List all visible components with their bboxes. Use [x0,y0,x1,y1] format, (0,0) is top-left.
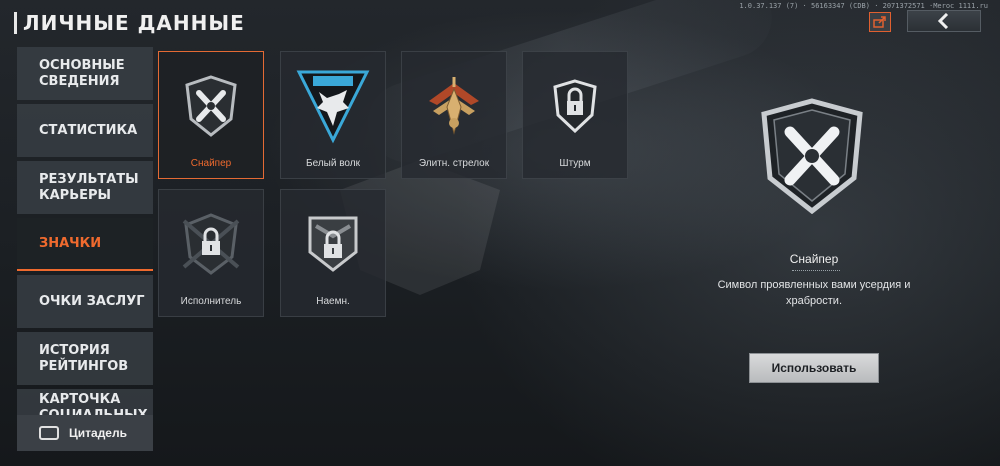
citadel-label: Цитадель [69,426,127,440]
badge-name: Штурм [559,158,591,169]
sidebar-item-basic-info[interactable]: ОСНОВНЫЕ СВЕДЕНИЯ [17,47,153,100]
white-wolf-icon [296,70,370,144]
badge-card-white-wolf[interactable]: Белый волк [280,51,386,179]
sidebar-item-statistics[interactable]: СТАТИСТИКА [17,104,153,157]
executor-locked-icon [182,213,240,275]
badge-name: Белый волк [306,158,360,169]
badge-name: Наемн. [316,296,350,307]
back-button[interactable] [907,10,981,32]
sidebar-item-rating-history[interactable]: ИСТОРИЯ РЕЙТИНГОВ [17,332,153,385]
share-icon [873,16,886,28]
mercenary-locked-icon [308,216,358,272]
selected-badge-name: Снайпер [789,252,839,266]
badge-card-sniper[interactable]: Снайпер [158,51,264,179]
badge-card-executor[interactable]: Исполнитель [158,189,264,317]
name-underline [792,270,840,272]
sniper-shield-icon [185,75,237,137]
use-button[interactable]: Использовать [749,353,879,383]
badge-name: Элитн. стрелок [418,158,490,169]
sidebar-item-career-results[interactable]: РЕЗУЛЬТАТЫ КАРЬЕРЫ [17,161,153,214]
badge-card-mercenary[interactable]: Наемн. [280,189,386,317]
elite-shooter-icon [429,77,479,135]
citadel-button[interactable]: Цитадель [17,415,153,451]
selected-badge-sniper-icon [761,98,863,214]
chevron-left-icon [937,13,949,29]
selected-badge-description: Символ проявленных вами усердия и храбро… [717,279,911,307]
citadel-icon [39,426,59,440]
page-title: ЛИЧНЫЕ ДАННЫЕ [14,10,245,36]
build-info: 1.0.37.137 (7) · 56163347 (CDB) · 207137… [739,2,988,10]
badge-name: Исполнитель [180,296,242,307]
sidebar-item-merit-points[interactable]: ОЧКИ ЗАСЛУГ [17,275,153,328]
page-title-text: ЛИЧНЫЕ ДАННЫЕ [23,11,245,35]
title-accent-bar [14,12,17,34]
badge-card-assault[interactable]: Штурм [522,51,628,179]
badge-name: Снайпер [190,158,232,169]
sidebar-item-badges[interactable]: ЗНАЧКИ [17,218,153,271]
badge-card-elite-shooter[interactable]: Элитн. стрелок [401,51,507,179]
share-button[interactable] [869,12,891,32]
assault-locked-icon [553,79,597,133]
sidebar-nav: ОСНОВНЫЕ СВЕДЕНИЯ СТАТИСТИКА РЕЗУЛЬТАТЫ … [17,47,153,427]
